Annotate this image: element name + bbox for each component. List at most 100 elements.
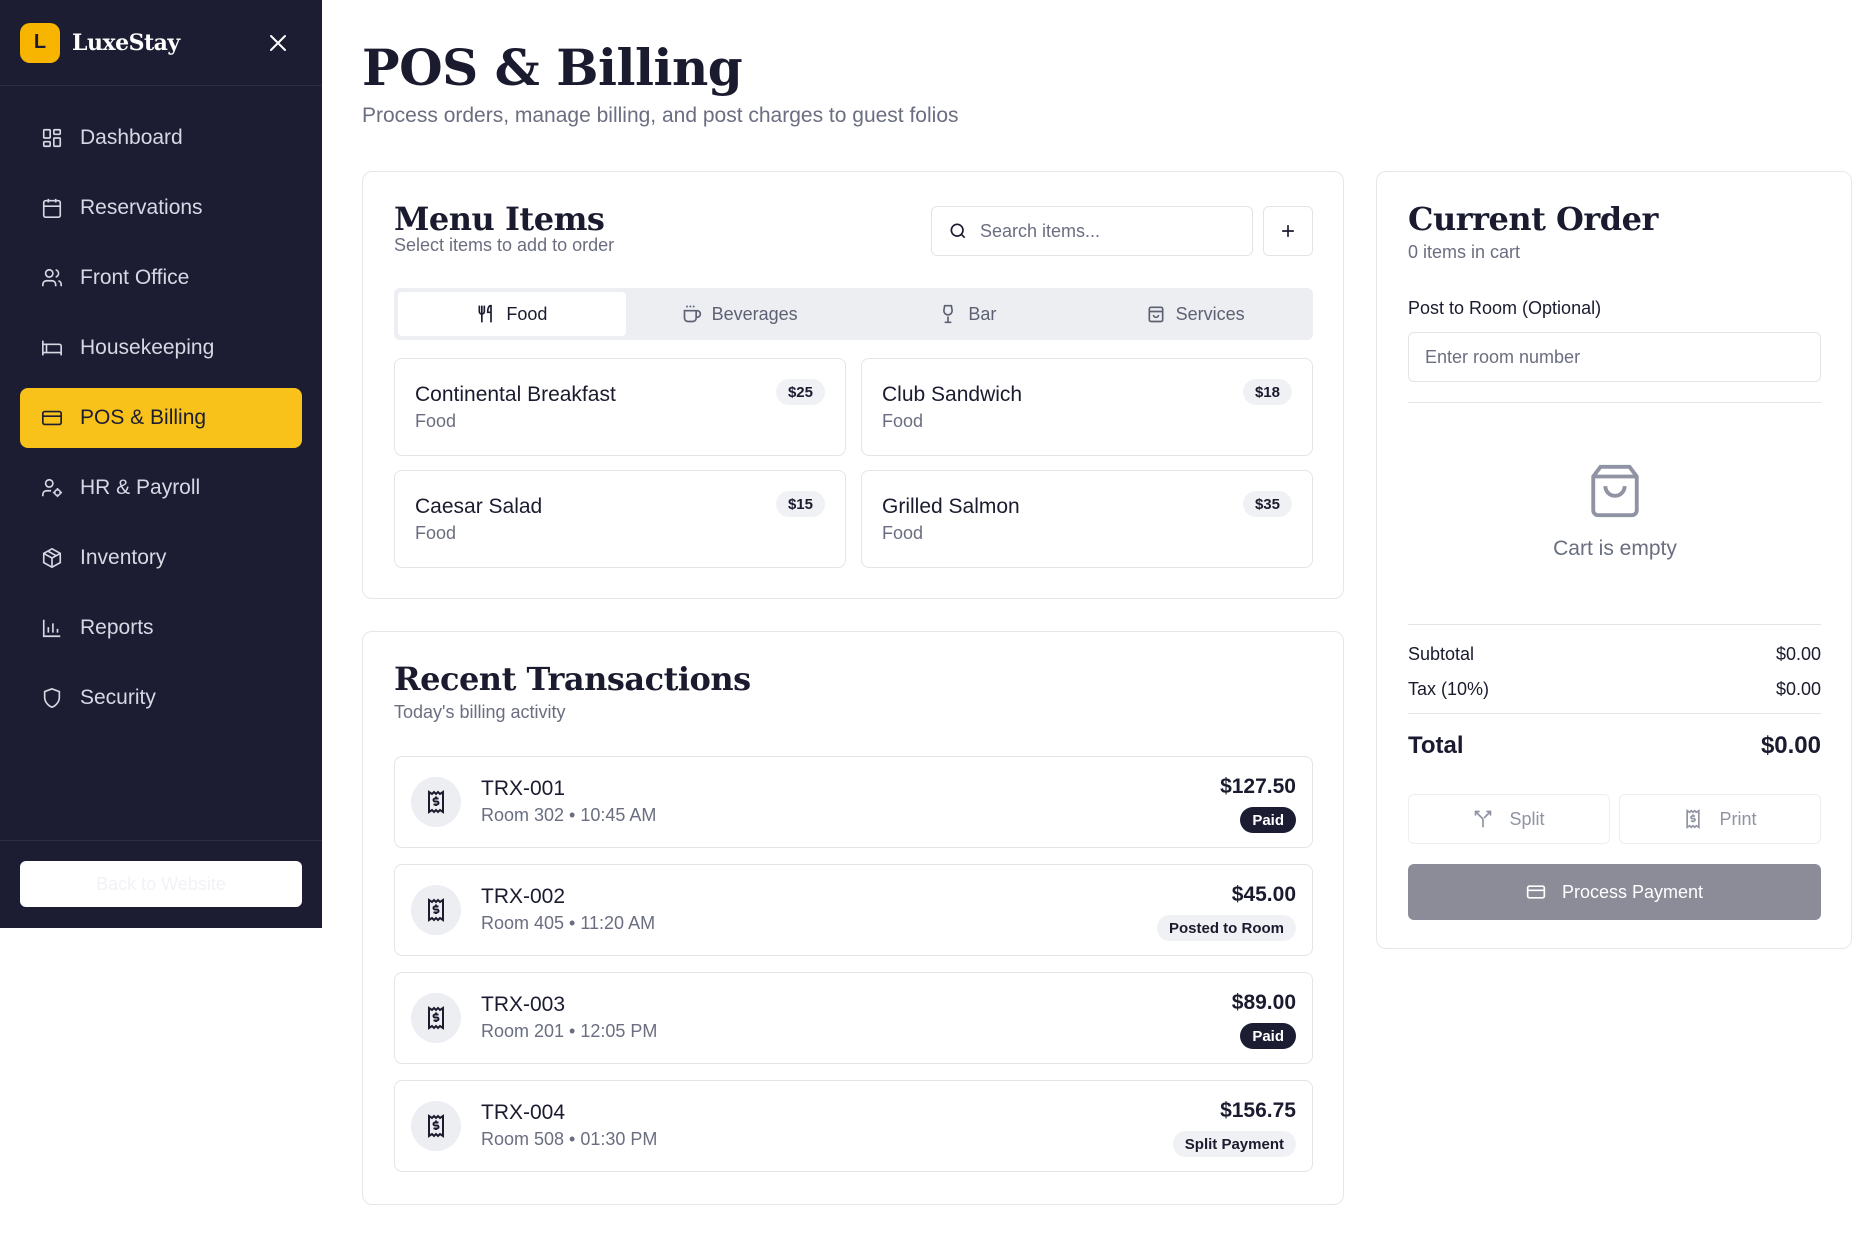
search-input[interactable] bbox=[980, 220, 1230, 242]
sidebar-item-front-office[interactable]: Front Office bbox=[20, 248, 302, 308]
tab-food[interactable]: Food bbox=[398, 292, 626, 336]
plus-icon bbox=[1278, 221, 1298, 241]
transaction-amount: $156.75 bbox=[1220, 1099, 1296, 1122]
sidebar-item-label: POS & Billing bbox=[80, 406, 207, 429]
total-row: Total $0.00 bbox=[1408, 732, 1821, 760]
tab-label: Bar bbox=[968, 303, 997, 324]
sidebar: L LuxeStay Dashboard Reservations Front … bbox=[0, 0, 322, 928]
receipt-icon bbox=[411, 1101, 461, 1151]
subtotal-row: Subtotal $0.00 bbox=[1408, 644, 1821, 665]
dashboard-icon bbox=[40, 126, 64, 150]
receipt-icon bbox=[1683, 809, 1703, 829]
back-to-website-button[interactable]: Back to Website bbox=[20, 861, 302, 907]
tab-label: Services bbox=[1175, 303, 1245, 324]
sidebar-item-reports[interactable]: Reports bbox=[20, 598, 302, 658]
status-badge: Paid bbox=[1240, 1023, 1296, 1049]
tab-label: Beverages bbox=[711, 303, 798, 324]
transaction-meta: Room 201 • 12:05 PM bbox=[481, 1021, 658, 1041]
divider bbox=[1408, 402, 1821, 403]
logo-badge: L bbox=[20, 22, 60, 63]
menu-item-price: $15 bbox=[775, 491, 825, 517]
sidebar-item-hr-payroll[interactable]: HR & Payroll bbox=[20, 458, 302, 518]
recent-transactions-card: Recent Transactions Today's billing acti… bbox=[362, 631, 1344, 1205]
menu-item-name: Grilled Salmon bbox=[882, 495, 1020, 518]
menu-item-price: $18 bbox=[1242, 379, 1292, 405]
sidebar-nav: Dashboard Reservations Front Office Hous… bbox=[0, 86, 322, 728]
shopping-bag-icon bbox=[1586, 462, 1644, 520]
search-box bbox=[931, 206, 1253, 256]
user-cog-icon bbox=[40, 476, 64, 500]
divider bbox=[1408, 624, 1821, 625]
transaction-id: TRX-002 bbox=[481, 885, 566, 908]
bed-icon bbox=[40, 336, 64, 360]
utensils-icon bbox=[476, 304, 496, 324]
search-icon bbox=[948, 221, 968, 241]
page-title: POS & Billing bbox=[362, 38, 743, 97]
divider bbox=[1408, 713, 1821, 714]
transaction-meta: Room 405 • 11:20 AM bbox=[481, 913, 656, 933]
menu-item-price: $25 bbox=[775, 379, 825, 405]
transaction-row[interactable]: TRX-002 Room 405 • 11:20 AM $45.00 Poste… bbox=[394, 864, 1313, 956]
transaction-row[interactable]: TRX-003 Room 201 • 12:05 PM $89.00 Paid bbox=[394, 972, 1313, 1064]
sidebar-item-housekeeping[interactable]: Housekeeping bbox=[20, 318, 302, 378]
sidebar-item-inventory[interactable]: Inventory bbox=[20, 528, 302, 588]
room-number-input[interactable] bbox=[1408, 332, 1821, 382]
transaction-amount: $89.00 bbox=[1231, 991, 1296, 1014]
credit-card-icon bbox=[1526, 882, 1546, 902]
menu-item-name: Club Sandwich bbox=[882, 383, 1023, 406]
tab-bar[interactable]: Bar bbox=[854, 292, 1082, 336]
brand-name: LuxeStay bbox=[72, 29, 180, 56]
sidebar-item-pos-billing[interactable]: POS & Billing bbox=[20, 388, 302, 448]
menu-items-card: Menu Items Select items to add to order … bbox=[362, 171, 1344, 599]
menu-item-category: Food bbox=[415, 523, 457, 543]
transaction-id: TRX-003 bbox=[481, 993, 566, 1016]
sidebar-item-label: Dashboard bbox=[80, 126, 183, 149]
transaction-meta: Room 508 • 01:30 PM bbox=[481, 1129, 658, 1149]
transaction-id: TRX-001 bbox=[481, 777, 566, 800]
tax-label: Tax (10%) bbox=[1408, 679, 1490, 699]
total-label: Total bbox=[1408, 732, 1464, 759]
sidebar-item-label: Security bbox=[80, 686, 156, 709]
status-badge: Paid bbox=[1240, 807, 1296, 833]
sidebar-item-security[interactable]: Security bbox=[20, 668, 302, 728]
print-button[interactable]: Print bbox=[1619, 794, 1821, 844]
menu-item-name: Continental Breakfast bbox=[415, 383, 616, 406]
menu-item-card[interactable]: Continental Breakfast Food $25 bbox=[394, 358, 846, 456]
shield-icon bbox=[40, 686, 64, 710]
add-item-button[interactable] bbox=[1263, 206, 1313, 256]
split-icon bbox=[1473, 809, 1493, 829]
split-button[interactable]: Split bbox=[1408, 794, 1610, 844]
transaction-row[interactable]: TRX-004 Room 508 • 01:30 PM $156.75 Spli… bbox=[394, 1080, 1313, 1172]
transaction-amount: $127.50 bbox=[1220, 775, 1296, 798]
sidebar-footer: Back to Website bbox=[0, 840, 322, 928]
menu-item-card[interactable]: Grilled Salmon Food $35 bbox=[861, 470, 1313, 568]
current-order-card: Current Order 0 items in cart Post to Ro… bbox=[1376, 171, 1852, 949]
transactions-subtitle: Today's billing activity bbox=[394, 702, 566, 722]
sidebar-item-dashboard[interactable]: Dashboard bbox=[20, 108, 302, 168]
split-label: Split bbox=[1509, 808, 1545, 829]
sidebar-item-label: HR & Payroll bbox=[80, 476, 201, 499]
transaction-row[interactable]: TRX-001 Room 302 • 10:45 AM $127.50 Paid bbox=[394, 756, 1313, 848]
current-order-title: Current Order bbox=[1408, 200, 1658, 238]
close-icon[interactable] bbox=[266, 31, 290, 55]
sidebar-item-reservations[interactable]: Reservations bbox=[20, 178, 302, 238]
category-tabs: Food Beverages Bar Services bbox=[394, 288, 1313, 340]
menu-item-card[interactable]: Caesar Salad Food $15 bbox=[394, 470, 846, 568]
tab-beverages[interactable]: Beverages bbox=[626, 292, 854, 336]
menu-items-title: Menu Items bbox=[394, 200, 605, 238]
receipt-icon bbox=[411, 993, 461, 1043]
page-subtitle: Process orders, manage billing, and post… bbox=[362, 104, 959, 127]
bag-icon bbox=[1146, 304, 1166, 324]
sidebar-item-label: Reports bbox=[80, 616, 154, 639]
cart-count: 0 items in cart bbox=[1408, 242, 1521, 262]
process-payment-button[interactable]: Process Payment bbox=[1408, 864, 1821, 920]
sidebar-item-label: Front Office bbox=[80, 266, 190, 289]
sidebar-header: L LuxeStay bbox=[0, 0, 322, 86]
menu-item-card[interactable]: Club Sandwich Food $18 bbox=[861, 358, 1313, 456]
cart-empty-text: Cart is empty bbox=[1553, 537, 1677, 560]
bar-chart-icon bbox=[40, 616, 64, 640]
tab-label: Food bbox=[506, 303, 548, 324]
tab-services[interactable]: Services bbox=[1081, 292, 1309, 336]
menu-item-category: Food bbox=[415, 411, 457, 431]
print-label: Print bbox=[1719, 808, 1757, 829]
